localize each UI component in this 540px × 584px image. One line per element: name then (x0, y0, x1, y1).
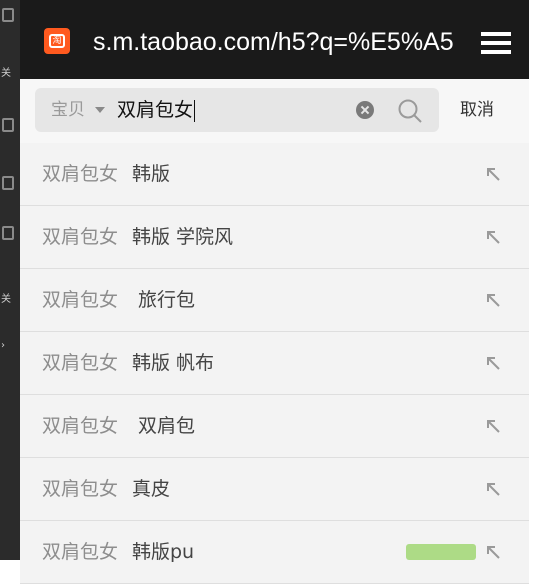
app-icon (2, 176, 14, 190)
suggestion-row[interactable]: 双肩包女 韩版 学院风 (20, 206, 529, 269)
suggestion-prefix: 双肩包女 (42, 415, 119, 437)
app-icon (2, 8, 14, 22)
chevron-down-icon[interactable] (95, 107, 105, 113)
suggestion-row[interactable]: 双肩包女 韩版 帆布 (20, 332, 529, 395)
url-field[interactable]: s.m.taobao.com/h5?q=%E5%A5 (93, 26, 453, 58)
suggestion-prefix: 双肩包女 (42, 478, 119, 500)
search-query-text[interactable]: 双肩包女 (117, 88, 196, 132)
strip-glyph: 关 (1, 294, 11, 305)
strip-glyph: › (1, 340, 5, 351)
fill-query-arrow-icon[interactable] (484, 417, 502, 435)
search-input[interactable]: 宝贝 双肩包女 (35, 88, 439, 132)
suggestion-suffix: 旅行包 (132, 289, 196, 311)
suggestion-prefix: 双肩包女 (42, 541, 119, 563)
app-icon (2, 118, 14, 132)
fill-query-arrow-icon[interactable] (484, 354, 502, 372)
scope-selector-label[interactable]: 宝贝 (51, 88, 85, 132)
cancel-button[interactable]: 取消 (460, 79, 494, 141)
suggestion-prefix: 双肩包女 (42, 163, 119, 185)
right-edge (529, 0, 540, 560)
background-app-strip: 关 关 › (0, 0, 20, 560)
fill-query-arrow-icon[interactable] (484, 480, 502, 498)
suggestion-suffix: 韩版 (132, 163, 171, 185)
phone-screen: 淘 s.m.taobao.com/h5?q=%E5%A5 宝贝 双肩包女 取消 … (20, 0, 529, 584)
suggestion-suffix: 真皮 (132, 478, 171, 500)
fill-query-arrow-icon[interactable] (484, 228, 502, 246)
suggestion-prefix: 双肩包女 (42, 352, 119, 374)
suggestion-prefix: 双肩包女 (42, 289, 119, 311)
text-cursor (194, 99, 196, 122)
suggestion-row[interactable]: 双肩包女 韩版 (20, 143, 529, 206)
query-value: 双肩包女 (117, 99, 194, 121)
fill-query-arrow-icon[interactable] (484, 165, 502, 183)
app-icon (2, 226, 14, 240)
search-header: 宝贝 双肩包女 取消 (20, 79, 529, 144)
suggestion-suffix: 韩版 学院风 (132, 226, 234, 248)
suggestion-list: 双肩包女 韩版 双肩包女 韩版 学院风 双肩包女 旅行包 双肩包女 韩版 帆布 双肩包女 双肩… (20, 143, 529, 584)
watermark (406, 544, 476, 560)
suggestion-suffix: 双肩包 (132, 415, 196, 437)
suggestion-row[interactable]: 双肩包女 双肩包 (20, 395, 529, 458)
suggestion-suffix: 韩版pu (132, 541, 195, 563)
fill-query-arrow-icon[interactable] (484, 291, 502, 309)
search-icon[interactable] (397, 98, 423, 124)
taobao-favicon-icon: 淘 (44, 28, 70, 54)
clear-icon[interactable] (356, 101, 374, 119)
suggestion-row[interactable]: 双肩包女 旅行包 (20, 269, 529, 332)
browser-address-bar: 淘 s.m.taobao.com/h5?q=%E5%A5 (20, 0, 529, 79)
suggestion-prefix: 双肩包女 (42, 226, 119, 248)
strip-glyph: 关 (1, 68, 11, 79)
fill-query-arrow-icon[interactable] (484, 543, 502, 561)
menu-icon[interactable] (480, 30, 512, 56)
suggestion-suffix: 韩版 帆布 (132, 352, 215, 374)
suggestion-row[interactable]: 双肩包女 真皮 (20, 458, 529, 521)
